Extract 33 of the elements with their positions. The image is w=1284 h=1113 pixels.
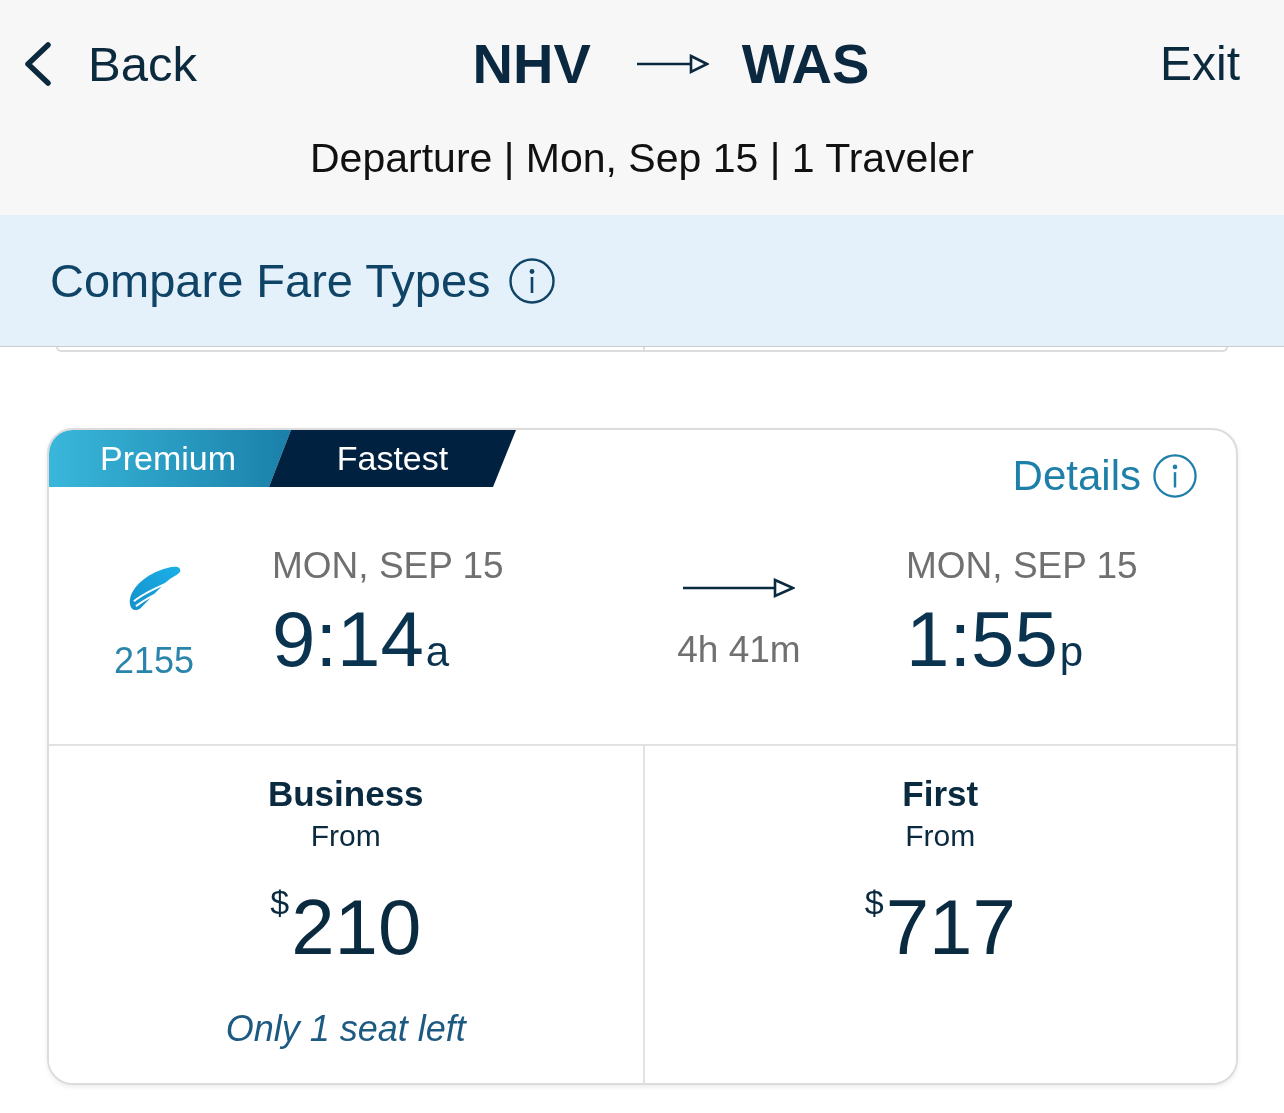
from-label: From — [310, 819, 381, 853]
origin-code: NHV — [472, 32, 591, 96]
exit-button[interactable]: Exit — [1160, 36, 1240, 92]
details-link[interactable]: Details — [1012, 452, 1197, 500]
trip-duration: 4h 41m — [677, 630, 801, 670]
compare-fare-types-label[interactable]: Compare Fare Types — [50, 253, 491, 308]
info-icon — [1153, 454, 1197, 498]
fare-option[interactable]: First From $717 — [642, 746, 1236, 1083]
tag: Fastest — [269, 430, 516, 487]
fare-class: Business — [267, 774, 424, 814]
back-button[interactable]: Back — [22, 36, 197, 92]
train-number: 2155 — [113, 641, 195, 681]
tag: Premium — [49, 430, 291, 487]
chevron-left-icon — [22, 41, 52, 87]
arrival-time: 1:55 — [906, 599, 1058, 679]
arrow-right-icon — [636, 52, 709, 76]
info-icon[interactable] — [508, 257, 555, 304]
arrow-right-icon — [683, 576, 795, 600]
fare-price: 717 — [885, 885, 1016, 969]
fare-class: First — [902, 774, 979, 814]
currency-symbol: $ — [270, 885, 290, 919]
from-label: From — [905, 819, 976, 853]
arrival-date: MON, SEP 15 — [906, 546, 1138, 586]
time-suffix: a — [425, 630, 450, 674]
departure-date: MON, SEP 15 — [272, 546, 504, 586]
destination-code: WAS — [741, 32, 870, 96]
fare-option[interactable]: Business From $210 Only 1 seat left — [49, 746, 643, 1083]
currency-symbol: $ — [864, 885, 884, 919]
trip-summary: Departure | Mon, Sep 15 | 1 Traveler — [310, 134, 974, 182]
seats-left-note: Only 1 seat left — [225, 1008, 466, 1050]
departure-time: 9:14 — [272, 599, 424, 679]
fare-price: 210 — [291, 885, 422, 969]
time-suffix: p — [1059, 630, 1084, 674]
